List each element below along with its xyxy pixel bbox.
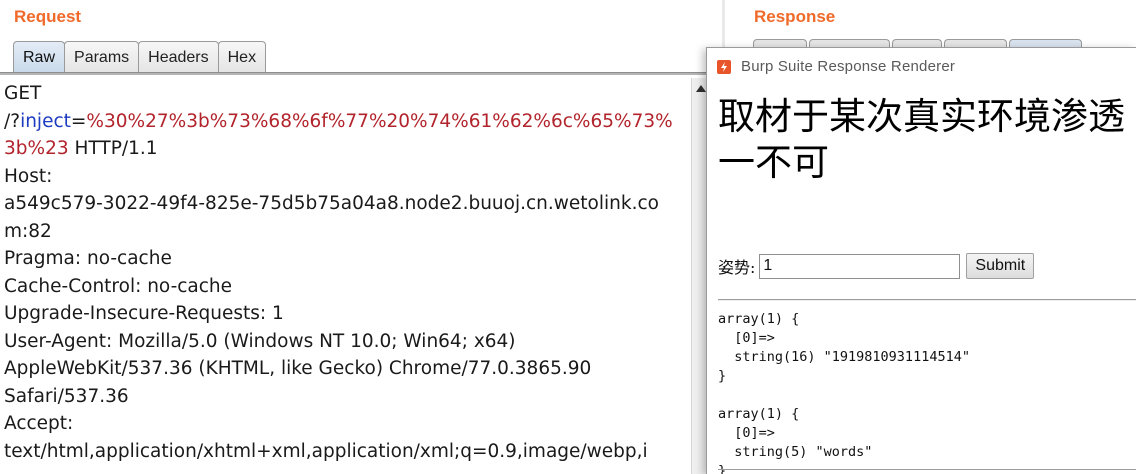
tab-params[interactable]: Params: [64, 41, 140, 73]
request-line: GET: [4, 80, 690, 108]
request-text: m:82: [4, 220, 52, 242]
param-value: %30%27%3b%73%68%6f%77%20%74%61%62%6c%65%…: [86, 110, 673, 132]
burp-logo-icon: [717, 60, 731, 74]
param-name: inject: [20, 110, 71, 132]
request-text: User-Agent: Mozilla/5.0 (Windows NT 10.0…: [4, 330, 516, 352]
response-title: Response: [754, 7, 836, 26]
request-text: /?: [4, 110, 21, 132]
request-text: Safari/537.36: [4, 385, 129, 407]
page-heading: 取材于某次真实环境渗透 一不可: [718, 94, 1136, 186]
request-line: Cache-Control: no-cache: [4, 273, 690, 301]
page-heading-line: 一不可: [718, 141, 829, 184]
tab-raw[interactable]: Raw: [13, 41, 66, 73]
request-line: a549c579-3022-49f4-825e-75d5b75a04a8.nod…: [4, 190, 690, 218]
request-line: Upgrade-Insecure-Requests: 1: [4, 300, 690, 328]
request-text: Cache-Control: no-cache: [4, 275, 233, 297]
query-result: array(1) { [0]=> string(16) "19198109311…: [718, 311, 970, 474]
request-line: Host:: [4, 163, 690, 191]
renderer-window-title: Burp Suite Response Renderer: [741, 58, 956, 75]
page-heading-line: 取材于某次真实环境渗透: [718, 95, 1125, 138]
divider-line: [718, 469, 1136, 471]
request-text: AppleWebKit/537.36 (KHTML, like Gecko) C…: [4, 358, 592, 379]
submit-button[interactable]: Submit: [966, 253, 1035, 279]
request-line: /?inject=%30%27%3b%73%68%6f%77%20%74%61%…: [4, 108, 690, 136]
request-line: Accept:: [4, 410, 690, 438]
request-text: HTTP/1.1: [68, 138, 158, 159]
request-text: =: [70, 110, 87, 132]
request-line: AppleWebKit/537.36 (KHTML, like Gecko) C…: [4, 355, 690, 383]
request-line: Safari/537.36: [4, 383, 690, 411]
request-editor[interactable]: GET /?inject=%30%27%3b%73%68%6f%77%20%74%…: [0, 78, 690, 474]
posture-label: 姿势:: [718, 258, 756, 277]
inject-form: 姿势: Submit: [718, 252, 1035, 280]
param-value: 3b%23: [4, 138, 69, 159]
tabs-divider: [0, 72, 714, 75]
request-text: a549c579-3022-49f4-825e-75d5b75a04a8.nod…: [4, 193, 659, 214]
request-text: Host:: [4, 165, 53, 187]
request-text: text/html,application/xhtml+xml,applicat…: [4, 440, 648, 462]
request-tabs: Raw Params Headers Hex: [13, 41, 267, 73]
request-line: User-Agent: Mozilla/5.0 (Windows NT 10.0…: [4, 328, 690, 356]
tab-hex[interactable]: Hex: [217, 41, 267, 73]
response-renderer-window: Burp Suite Response Renderer 取材于某次真实环境渗透…: [706, 47, 1136, 474]
request-line: text/html,application/xhtml+xml,applicat…: [4, 438, 690, 466]
rendered-page: 取材于某次真实环境渗透 一不可 姿势: Submit array(1) { [0…: [707, 84, 1136, 474]
request-text: Pragma: no-cache: [4, 248, 172, 269]
request-text: GET: [4, 83, 42, 104]
request-text: Upgrade-Insecure-Requests: 1: [4, 303, 284, 324]
request-pane: Request Raw Params Headers Hex GET /?inje…: [0, 0, 714, 474]
request-line: m:82: [4, 218, 690, 246]
renderer-titlebar[interactable]: Burp Suite Response Renderer: [707, 48, 1136, 83]
inject-input[interactable]: [759, 253, 961, 279]
divider-line: [718, 299, 1136, 301]
request-text: Accept:: [4, 413, 74, 434]
request-line: 3b%23 HTTP/1.1: [4, 135, 690, 163]
request-title: Request: [14, 7, 82, 26]
tab-headers[interactable]: Headers: [138, 41, 219, 73]
request-line: Pragma: no-cache: [4, 245, 690, 273]
